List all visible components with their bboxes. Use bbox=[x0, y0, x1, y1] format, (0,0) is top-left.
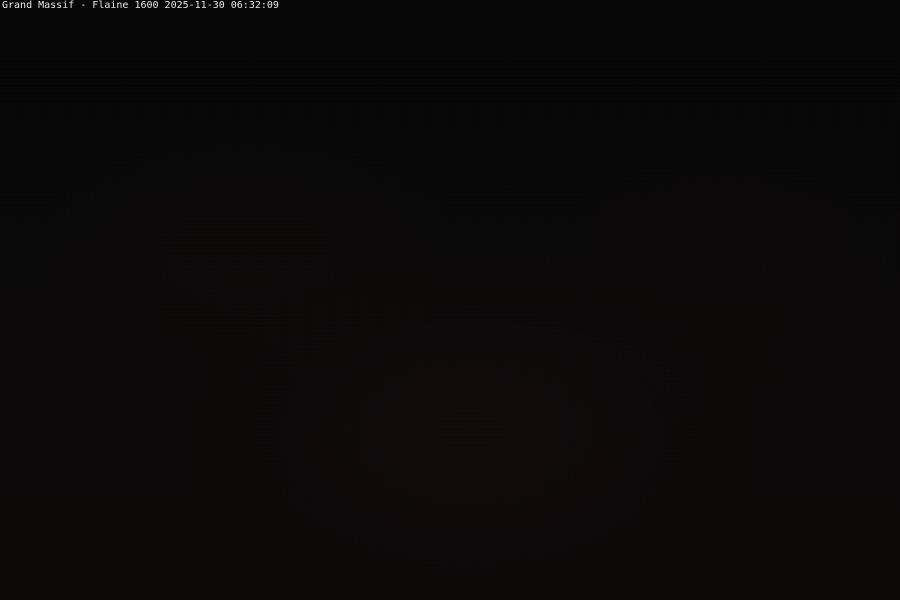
webcam-caption: Grand Massif - Flaine 1600 2025-11-30 06:3… bbox=[2, 0, 279, 12]
night-scene bbox=[0, 0, 900, 600]
time-label: 06:32:09 bbox=[230, 0, 279, 11]
date-label: 2025-11-30 bbox=[164, 0, 225, 11]
location-label: Grand Massif - Flaine 1600 bbox=[2, 0, 159, 11]
webcam-image: Grand Massif - Flaine 1600 2025-11-30 06:3… bbox=[0, 0, 900, 600]
